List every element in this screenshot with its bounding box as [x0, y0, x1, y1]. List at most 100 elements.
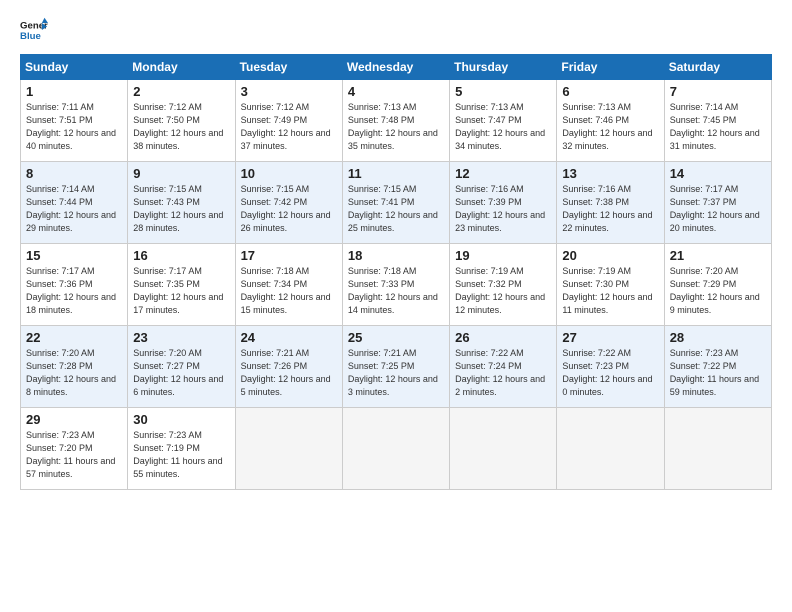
calendar-cell [557, 408, 664, 490]
day-number: 12 [455, 166, 551, 181]
day-number: 13 [562, 166, 658, 181]
day-info: Sunrise: 7:19 AMSunset: 7:32 PMDaylight:… [455, 266, 545, 315]
day-info: Sunrise: 7:14 AMSunset: 7:45 PMDaylight:… [670, 102, 760, 151]
col-header-wednesday: Wednesday [342, 55, 449, 80]
day-info: Sunrise: 7:12 AMSunset: 7:50 PMDaylight:… [133, 102, 223, 151]
calendar-cell: 18 Sunrise: 7:18 AMSunset: 7:33 PMDaylig… [342, 244, 449, 326]
day-number: 19 [455, 248, 551, 263]
day-number: 28 [670, 330, 766, 345]
day-number: 6 [562, 84, 658, 99]
day-info: Sunrise: 7:21 AMSunset: 7:26 PMDaylight:… [241, 348, 331, 397]
day-number: 7 [670, 84, 766, 99]
day-number: 3 [241, 84, 337, 99]
calendar-cell: 20 Sunrise: 7:19 AMSunset: 7:30 PMDaylig… [557, 244, 664, 326]
day-number: 20 [562, 248, 658, 263]
day-info: Sunrise: 7:13 AMSunset: 7:47 PMDaylight:… [455, 102, 545, 151]
day-number: 15 [26, 248, 122, 263]
calendar-cell: 6 Sunrise: 7:13 AMSunset: 7:46 PMDayligh… [557, 80, 664, 162]
day-number: 22 [26, 330, 122, 345]
calendar-header-row: SundayMondayTuesdayWednesdayThursdayFrid… [21, 55, 772, 80]
day-info: Sunrise: 7:17 AMSunset: 7:35 PMDaylight:… [133, 266, 223, 315]
day-number: 5 [455, 84, 551, 99]
calendar-cell: 30 Sunrise: 7:23 AMSunset: 7:19 PMDaylig… [128, 408, 235, 490]
day-info: Sunrise: 7:16 AMSunset: 7:39 PMDaylight:… [455, 184, 545, 233]
calendar-cell: 24 Sunrise: 7:21 AMSunset: 7:26 PMDaylig… [235, 326, 342, 408]
day-number: 4 [348, 84, 444, 99]
day-number: 2 [133, 84, 229, 99]
svg-text:Blue: Blue [20, 31, 41, 42]
day-info: Sunrise: 7:13 AMSunset: 7:46 PMDaylight:… [562, 102, 652, 151]
day-info: Sunrise: 7:11 AMSunset: 7:51 PMDaylight:… [26, 102, 116, 151]
calendar-cell: 16 Sunrise: 7:17 AMSunset: 7:35 PMDaylig… [128, 244, 235, 326]
col-header-sunday: Sunday [21, 55, 128, 80]
calendar-cell [235, 408, 342, 490]
calendar-cell: 14 Sunrise: 7:17 AMSunset: 7:37 PMDaylig… [664, 162, 771, 244]
day-info: Sunrise: 7:15 AMSunset: 7:43 PMDaylight:… [133, 184, 223, 233]
day-number: 23 [133, 330, 229, 345]
day-number: 24 [241, 330, 337, 345]
day-number: 17 [241, 248, 337, 263]
calendar-cell: 15 Sunrise: 7:17 AMSunset: 7:36 PMDaylig… [21, 244, 128, 326]
day-info: Sunrise: 7:20 AMSunset: 7:27 PMDaylight:… [133, 348, 223, 397]
day-info: Sunrise: 7:18 AMSunset: 7:34 PMDaylight:… [241, 266, 331, 315]
day-info: Sunrise: 7:23 AMSunset: 7:19 PMDaylight:… [133, 430, 222, 479]
col-header-thursday: Thursday [450, 55, 557, 80]
day-info: Sunrise: 7:15 AMSunset: 7:41 PMDaylight:… [348, 184, 438, 233]
calendar-cell: 8 Sunrise: 7:14 AMSunset: 7:44 PMDayligh… [21, 162, 128, 244]
calendar-cell: 10 Sunrise: 7:15 AMSunset: 7:42 PMDaylig… [235, 162, 342, 244]
day-info: Sunrise: 7:15 AMSunset: 7:42 PMDaylight:… [241, 184, 331, 233]
day-number: 29 [26, 412, 122, 427]
day-info: Sunrise: 7:19 AMSunset: 7:30 PMDaylight:… [562, 266, 652, 315]
calendar-cell: 27 Sunrise: 7:22 AMSunset: 7:23 PMDaylig… [557, 326, 664, 408]
day-number: 16 [133, 248, 229, 263]
day-info: Sunrise: 7:16 AMSunset: 7:38 PMDaylight:… [562, 184, 652, 233]
logo-icon: General Blue [20, 16, 48, 44]
day-number: 11 [348, 166, 444, 181]
calendar-cell: 19 Sunrise: 7:19 AMSunset: 7:32 PMDaylig… [450, 244, 557, 326]
calendar-cell: 9 Sunrise: 7:15 AMSunset: 7:43 PMDayligh… [128, 162, 235, 244]
calendar-cell: 11 Sunrise: 7:15 AMSunset: 7:41 PMDaylig… [342, 162, 449, 244]
day-info: Sunrise: 7:21 AMSunset: 7:25 PMDaylight:… [348, 348, 438, 397]
day-number: 8 [26, 166, 122, 181]
calendar-cell: 12 Sunrise: 7:16 AMSunset: 7:39 PMDaylig… [450, 162, 557, 244]
col-header-tuesday: Tuesday [235, 55, 342, 80]
day-number: 10 [241, 166, 337, 181]
day-number: 9 [133, 166, 229, 181]
calendar-cell: 1 Sunrise: 7:11 AMSunset: 7:51 PMDayligh… [21, 80, 128, 162]
day-info: Sunrise: 7:22 AMSunset: 7:23 PMDaylight:… [562, 348, 652, 397]
calendar-cell [450, 408, 557, 490]
calendar-cell [342, 408, 449, 490]
day-info: Sunrise: 7:20 AMSunset: 7:28 PMDaylight:… [26, 348, 116, 397]
day-info: Sunrise: 7:17 AMSunset: 7:36 PMDaylight:… [26, 266, 116, 315]
calendar-cell: 2 Sunrise: 7:12 AMSunset: 7:50 PMDayligh… [128, 80, 235, 162]
day-number: 25 [348, 330, 444, 345]
calendar-week-row: 15 Sunrise: 7:17 AMSunset: 7:36 PMDaylig… [21, 244, 772, 326]
day-info: Sunrise: 7:20 AMSunset: 7:29 PMDaylight:… [670, 266, 760, 315]
calendar-cell: 22 Sunrise: 7:20 AMSunset: 7:28 PMDaylig… [21, 326, 128, 408]
day-info: Sunrise: 7:12 AMSunset: 7:49 PMDaylight:… [241, 102, 331, 151]
calendar-cell: 23 Sunrise: 7:20 AMSunset: 7:27 PMDaylig… [128, 326, 235, 408]
col-header-friday: Friday [557, 55, 664, 80]
calendar-cell: 3 Sunrise: 7:12 AMSunset: 7:49 PMDayligh… [235, 80, 342, 162]
logo: General Blue [20, 16, 48, 44]
calendar-week-row: 8 Sunrise: 7:14 AMSunset: 7:44 PMDayligh… [21, 162, 772, 244]
calendar-cell: 21 Sunrise: 7:20 AMSunset: 7:29 PMDaylig… [664, 244, 771, 326]
calendar-cell: 28 Sunrise: 7:23 AMSunset: 7:22 PMDaylig… [664, 326, 771, 408]
day-number: 14 [670, 166, 766, 181]
day-info: Sunrise: 7:17 AMSunset: 7:37 PMDaylight:… [670, 184, 760, 233]
col-header-saturday: Saturday [664, 55, 771, 80]
day-number: 26 [455, 330, 551, 345]
day-info: Sunrise: 7:23 AMSunset: 7:22 PMDaylight:… [670, 348, 759, 397]
day-info: Sunrise: 7:22 AMSunset: 7:24 PMDaylight:… [455, 348, 545, 397]
day-number: 21 [670, 248, 766, 263]
calendar-week-row: 22 Sunrise: 7:20 AMSunset: 7:28 PMDaylig… [21, 326, 772, 408]
day-info: Sunrise: 7:23 AMSunset: 7:20 PMDaylight:… [26, 430, 115, 479]
page: General Blue SundayMondayTuesdayWednesda… [0, 0, 792, 612]
day-number: 1 [26, 84, 122, 99]
calendar-table: SundayMondayTuesdayWednesdayThursdayFrid… [20, 54, 772, 490]
day-number: 30 [133, 412, 229, 427]
calendar-cell: 25 Sunrise: 7:21 AMSunset: 7:25 PMDaylig… [342, 326, 449, 408]
calendar-week-row: 29 Sunrise: 7:23 AMSunset: 7:20 PMDaylig… [21, 408, 772, 490]
day-number: 27 [562, 330, 658, 345]
calendar-cell: 29 Sunrise: 7:23 AMSunset: 7:20 PMDaylig… [21, 408, 128, 490]
